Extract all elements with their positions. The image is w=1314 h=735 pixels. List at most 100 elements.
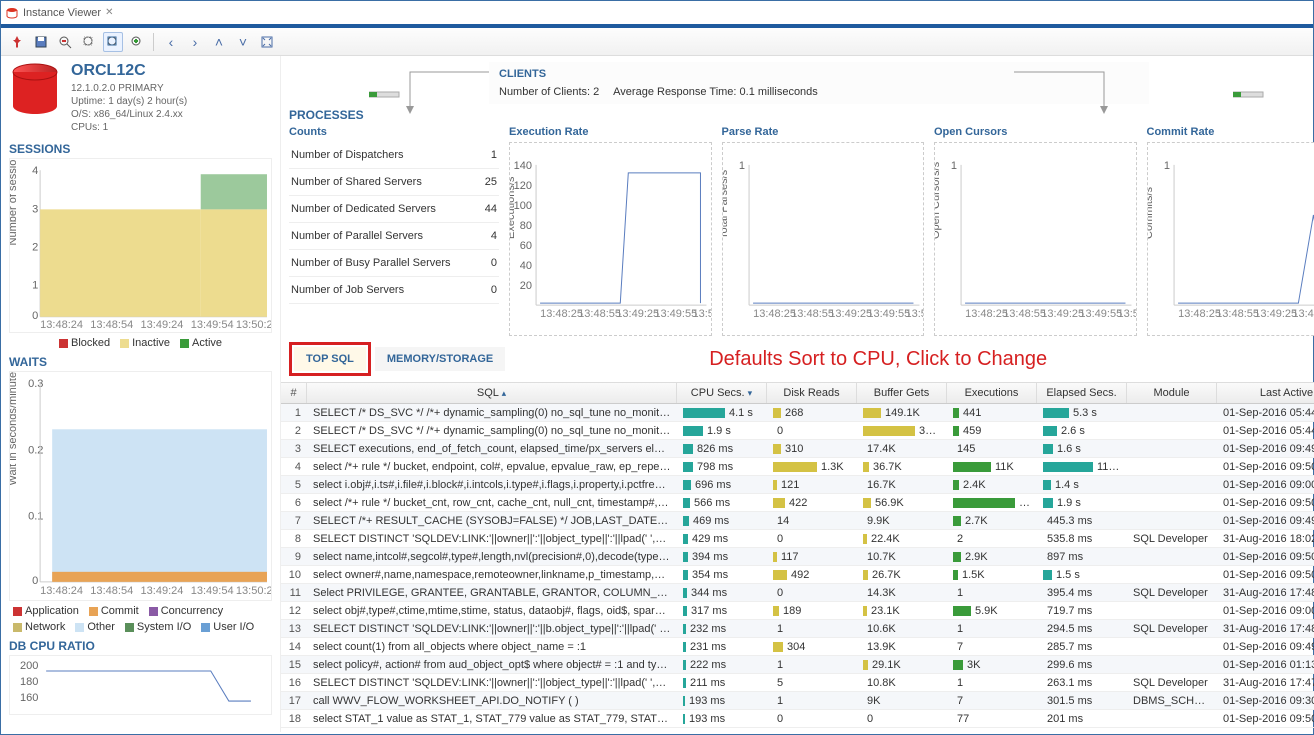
db-name: ORCL12C: [71, 62, 187, 80]
title-bar: Instance Viewer ✕: [1, 1, 1313, 25]
table-row[interactable]: 1SELECT /* DS_SVC */ /*+ dynamic_samplin…: [281, 404, 1314, 422]
tab-top-sql[interactable]: TOP SQL: [294, 347, 366, 371]
db-uptime: Uptime: 1 day(s) 2 hour(s): [71, 95, 187, 108]
svg-text:13:49:24: 13:49:24: [141, 319, 184, 331]
mini-chart: Commit RateCommits/s113:48:2513:48:5513:…: [1147, 126, 1314, 336]
svg-text:13:49:55: 13:49:55: [1079, 308, 1122, 320]
col-exec[interactable]: Executions: [947, 383, 1037, 403]
table-row[interactable]: 10select owner#,name,namespace,remoteown…: [281, 566, 1314, 584]
clients-art: Average Response Time: 0.1 milliseconds: [613, 86, 818, 98]
toolbar: ‹ › ˄ ˅: [1, 28, 1313, 56]
annotation-text: Defaults Sort to CPU, Click to Change: [709, 348, 1047, 371]
table-row[interactable]: 3SELECT executions, end_of_fetch_count, …: [281, 440, 1314, 458]
count-row: Number of Shared Servers25: [289, 169, 499, 196]
table-row[interactable]: 15select policy#, action# from aud_objec…: [281, 656, 1314, 674]
pin-icon[interactable]: [7, 32, 27, 52]
svg-text:13:50:25: 13:50:25: [692, 308, 710, 320]
tab-bar: TOP SQL MEMORY/STORAGE Defaults Sort to …: [281, 336, 1314, 383]
zoom-area-icon[interactable]: [103, 32, 123, 52]
waits-legend: Application Commit Concurrency Network O…: [9, 605, 272, 633]
svg-text:Commits/s: Commits/s: [1148, 186, 1155, 239]
count-row: Number of Dedicated Servers44: [289, 196, 499, 223]
svg-text:0.2: 0.2: [28, 444, 43, 456]
svg-text:3: 3: [32, 203, 38, 215]
svg-text:13:49:55: 13:49:55: [654, 308, 697, 320]
database-icon: [9, 62, 61, 134]
nav-left-icon[interactable]: ‹: [161, 32, 181, 52]
svg-text:1: 1: [1163, 160, 1169, 172]
db-cpus: CPUs: 1: [71, 121, 187, 134]
svg-text:13:49:25: 13:49:25: [616, 308, 659, 320]
svg-text:2: 2: [32, 242, 38, 254]
zoom-out-icon[interactable]: [55, 32, 75, 52]
table-row[interactable]: 4select /*+ rule */ bucket, endpoint, co…: [281, 458, 1314, 476]
mini-chart: Open CursorsOpen Cursors/s113:48:2513:48…: [934, 126, 1137, 336]
fit-icon[interactable]: [257, 32, 277, 52]
svg-text:4: 4: [32, 165, 38, 177]
traffic-icon: [1233, 88, 1269, 102]
col-cpu[interactable]: CPU Secs. ▾: [677, 383, 767, 403]
table-row[interactable]: 17call WWV_FLOW_WORKSHEET_API.DO_NOTIFY …: [281, 692, 1314, 710]
window-title: Instance Viewer: [23, 7, 101, 19]
mini-chart: Execution RateExecutions/s14012010080604…: [509, 126, 712, 336]
table-row[interactable]: 9select name,intcol#,segcol#,type#,lengt…: [281, 548, 1314, 566]
tab-memory-storage[interactable]: MEMORY/STORAGE: [375, 347, 505, 371]
sessions-legend: Blocked Inactive Active: [9, 337, 272, 349]
count-row: Number of Parallel Servers4: [289, 223, 499, 250]
svg-text:13:48:55: 13:48:55: [578, 308, 621, 320]
col-last-active[interactable]: Last Active: [1217, 383, 1314, 403]
col-disk[interactable]: Disk Reads: [767, 383, 857, 403]
svg-text:13:48:55: 13:48:55: [1003, 308, 1046, 320]
col-elapsed[interactable]: Elapsed Secs.: [1037, 383, 1127, 403]
waits-title: WAITS: [9, 355, 272, 369]
table-row[interactable]: 18select STAT_1 value as STAT_1, STAT_77…: [281, 710, 1314, 728]
table-row[interactable]: 5select i.obj#,i.ts#,i.file#,i.block#,i.…: [281, 476, 1314, 494]
table-row[interactable]: 8SELECT DISTINCT 'SQLDEV:LINK:'||owner||…: [281, 530, 1314, 548]
svg-text:13:48:25: 13:48:25: [540, 308, 583, 320]
col-num[interactable]: #: [281, 383, 307, 403]
svg-text:13:48:54: 13:48:54: [90, 319, 133, 331]
count-row: Number of Dispatchers1: [289, 142, 499, 169]
svg-text:13:50:24: 13:50:24: [236, 319, 271, 331]
mini-chart: Parse RateTotal Parses/s113:48:2513:48:5…: [722, 126, 925, 336]
table-row[interactable]: 11Select PRIVILEGE, GRANTEE, GRANTABLE, …: [281, 584, 1314, 602]
nav-up-icon[interactable]: ˄: [209, 32, 229, 52]
col-sql[interactable]: SQL ▴: [307, 383, 677, 403]
grid-body[interactable]: 1SELECT /* DS_SVC */ /*+ dynamic_samplin…: [281, 404, 1314, 732]
nav-right-icon[interactable]: ›: [185, 32, 205, 52]
close-tab-icon[interactable]: ✕: [105, 7, 113, 18]
svg-text:0: 0: [32, 310, 38, 322]
col-module[interactable]: Module: [1127, 383, 1217, 403]
app-icon: [5, 6, 19, 20]
svg-text:13:49:24: 13:49:24: [141, 585, 184, 597]
svg-text:0.1: 0.1: [28, 511, 43, 523]
flow-arrow-right-icon: [1014, 64, 1114, 114]
save-icon[interactable]: [31, 32, 51, 52]
svg-text:Number of sessions: Number of sessions: [10, 159, 19, 246]
svg-text:13:48:54: 13:48:54: [90, 585, 133, 597]
svg-text:120: 120: [514, 180, 532, 192]
svg-text:13:49:54: 13:49:54: [191, 585, 234, 597]
svg-text:1: 1: [32, 280, 38, 292]
table-row[interactable]: 6select /*+ rule */ bucket_cnt, row_cnt,…: [281, 494, 1314, 512]
cpu-ratio-chart: 200180160: [9, 655, 272, 715]
table-row[interactable]: 12select obj#,type#,ctime,mtime,stime, s…: [281, 602, 1314, 620]
counts-title: Counts: [289, 126, 499, 138]
svg-text:13:48:55: 13:48:55: [791, 308, 834, 320]
annotation-highlight: TOP SQL: [289, 342, 371, 376]
table-row[interactable]: 13SELECT DISTINCT 'SQLDEV:LINK:'||owner|…: [281, 620, 1314, 638]
svg-text:13:49:25: 13:49:25: [1041, 308, 1084, 320]
svg-text:Open Cursors/s: Open Cursors/s: [935, 161, 942, 239]
zoom-in-icon[interactable]: [127, 32, 147, 52]
col-buffer[interactable]: Buffer Gets: [857, 383, 947, 403]
table-row[interactable]: 2SELECT /* DS_SVC */ /*+ dynamic_samplin…: [281, 422, 1314, 440]
count-row: Number of Job Servers0: [289, 277, 499, 304]
svg-text:80: 80: [520, 220, 532, 232]
table-row[interactable]: 14select count(1) from all_objects where…: [281, 638, 1314, 656]
sessions-chart: Number of sessions 43210 13:48:2413:48:5…: [9, 158, 272, 333]
svg-text:200: 200: [20, 660, 38, 672]
zoom-out-area-icon[interactable]: [79, 32, 99, 52]
nav-down-icon[interactable]: ˅: [233, 32, 253, 52]
table-row[interactable]: 7SELECT /*+ RESULT_CACHE (SYSOBJ=FALSE) …: [281, 512, 1314, 530]
table-row[interactable]: 16SELECT DISTINCT 'SQLDEV:LINK:'||owner|…: [281, 674, 1314, 692]
